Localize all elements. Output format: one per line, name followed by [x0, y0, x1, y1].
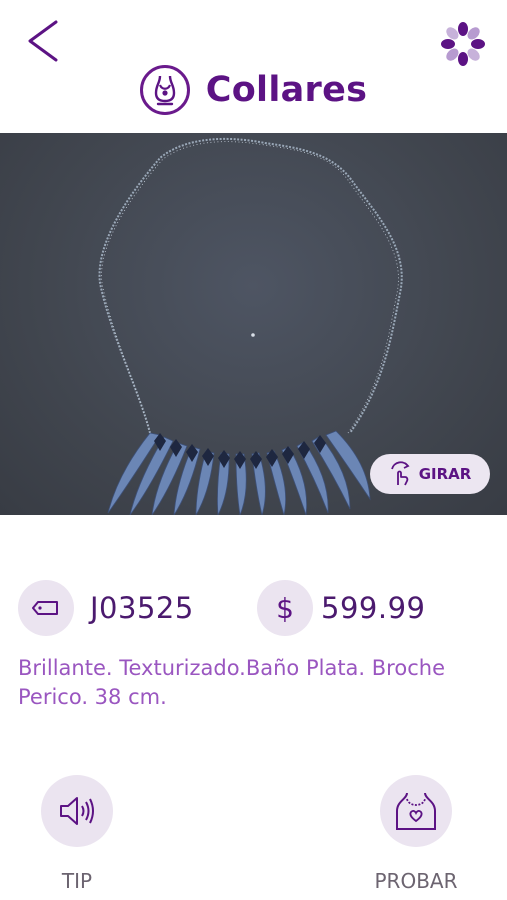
tip-label: TIP	[61, 869, 93, 893]
speaker-icon	[41, 775, 113, 847]
tag-icon	[18, 580, 74, 636]
product-price: 599.99	[321, 591, 426, 625]
tip-button[interactable]: TIP	[27, 775, 127, 893]
product-description: Brillante. Texturizado.Baño Plata. Broch…	[18, 656, 445, 709]
page-header: Collares	[0, 62, 507, 118]
rotate-hand-icon	[390, 461, 410, 486]
dollar-icon: $	[257, 580, 313, 636]
page-title: Collares	[205, 70, 368, 110]
product-sku: J03525	[90, 591, 194, 625]
chevron-left-icon	[28, 20, 58, 62]
price-row: $ 599.99	[257, 580, 425, 636]
rotate-button[interactable]: GIRAR	[370, 454, 490, 494]
back-button[interactable]	[22, 18, 66, 64]
sku-row: J03525	[18, 580, 194, 636]
bust-heart-icon	[380, 775, 452, 847]
rotate-label: GIRAR	[418, 465, 472, 483]
necklace-bust-icon	[139, 65, 190, 115]
try-on-label: PROBAR	[374, 869, 458, 893]
try-on-button[interactable]: PROBAR	[366, 775, 466, 893]
